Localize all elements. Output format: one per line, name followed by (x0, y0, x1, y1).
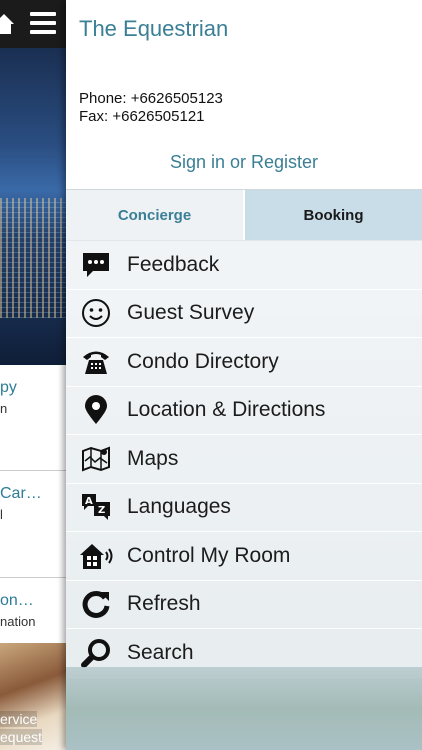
photo-caption: ervice (0, 711, 38, 727)
tab-bar: Concierge Booking (66, 189, 422, 240)
menu-item-label: Guest Survey (127, 301, 255, 325)
menu-item-maps[interactable]: Maps (66, 435, 422, 484)
photo-caption: equest (0, 729, 43, 745)
svg-text:A: A (85, 496, 93, 507)
menu-item-label: Feedback (127, 252, 220, 276)
hotel-name: The Equestrian (79, 16, 229, 41)
card-subtitle: l (0, 507, 3, 522)
location-pin-icon (79, 393, 113, 427)
card-title: py (0, 379, 17, 396)
tab-concierge[interactable]: Concierge (66, 190, 245, 240)
background-app: py n Car… l on… nation ervice equest (0, 0, 66, 750)
menu-item-location-directions[interactable]: Location & Directions (66, 386, 422, 435)
menu-item-control-my-room[interactable]: Control My Room (66, 532, 422, 581)
languages-icon: AZ (79, 490, 113, 524)
menu-item-guest-survey[interactable]: Guest Survey (66, 289, 422, 338)
tab-booking[interactable]: Booking (245, 190, 422, 240)
search-icon (79, 636, 113, 670)
home-icon[interactable] (0, 12, 14, 36)
phone-number[interactable]: Phone: +6626505123 (79, 90, 223, 107)
menu-item-label: Condo Directory (127, 349, 279, 373)
list-item[interactable]: py n (0, 365, 66, 471)
service-request-photo[interactable]: ervice equest (0, 643, 66, 750)
drawer-header: The Equestrian Phone: +6626505123 Fax: +… (66, 0, 422, 190)
menu-item-label: Location & Directions (127, 398, 326, 422)
menu-list: Feedback Guest Survey Condo Directory Lo… (66, 241, 422, 678)
card-subtitle: nation (0, 614, 36, 629)
drawer-bottom-area (66, 667, 422, 750)
city-night-photo (0, 48, 66, 365)
list-item[interactable]: on… nation (0, 578, 66, 644)
smart-home-icon (79, 539, 113, 573)
menu-item-label: Languages (127, 495, 231, 519)
smiley-icon (79, 296, 113, 330)
menu-item-languages[interactable]: AZ Languages (66, 483, 422, 532)
card-subtitle: n (0, 401, 8, 416)
menu-item-feedback[interactable]: Feedback (66, 241, 422, 290)
list-item[interactable]: Car… l (0, 471, 66, 578)
fax-number: Fax: +6626505121 (79, 108, 205, 125)
refresh-icon (79, 587, 113, 621)
card-title: on… (0, 592, 34, 609)
background-top-bar (0, 0, 66, 48)
svg-text:Z: Z (98, 505, 105, 516)
menu-item-label: Refresh (127, 592, 201, 616)
menu-item-label: Maps (127, 446, 179, 470)
feedback-icon (79, 248, 113, 282)
menu-item-condo-directory[interactable]: Condo Directory (66, 338, 422, 387)
menu-item-label: Control My Room (127, 543, 291, 567)
card-title: Car… (0, 485, 42, 502)
menu-item-label: Search (127, 640, 194, 664)
hamburger-menu-icon[interactable] (30, 12, 56, 39)
side-drawer: The Equestrian Phone: +6626505123 Fax: +… (66, 0, 422, 750)
telephone-icon (79, 345, 113, 379)
menu-item-refresh[interactable]: Refresh (66, 580, 422, 629)
sign-in-link[interactable]: Sign in or Register (66, 152, 422, 173)
map-icon (79, 442, 113, 476)
